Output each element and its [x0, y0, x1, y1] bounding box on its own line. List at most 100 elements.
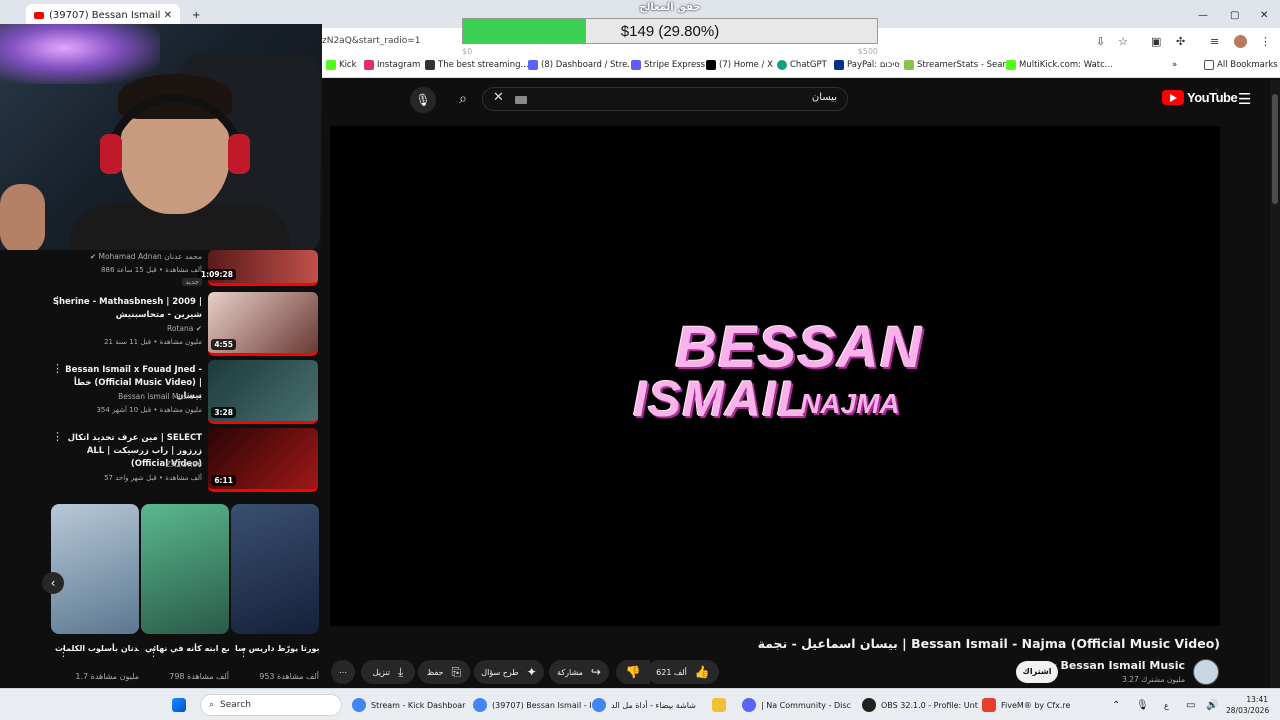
more-actions-button[interactable]: ⋯: [331, 660, 355, 684]
active-tab[interactable]: (39707) Bessan Ismail - Najma ✕: [26, 4, 180, 26]
taskbar-item[interactable]: شاشة بيضاء - أداة مل الد: [592, 694, 696, 716]
more-vertical-icon[interactable]: ⋮: [52, 294, 63, 307]
more-vertical-icon[interactable]: ⋮: [58, 646, 69, 659]
short-meta: 1.7 مليون مشاهدة: [75, 672, 139, 681]
discord-icon: [742, 698, 756, 712]
media-icon[interactable]: ≡: [1210, 35, 1219, 48]
list-item[interactable]: 3:28 Bessan Ismail x Fouad Jned - خطأ (O…: [50, 360, 320, 424]
bookmark-instagram[interactable]: Instagram: [364, 60, 420, 70]
taskbar-item[interactable]: Stream - Kick Dashboar: [352, 694, 465, 716]
subscriber-count: 3.27 مليون مشترك: [1122, 675, 1185, 684]
clear-search-icon[interactable]: ✕: [493, 90, 504, 105]
list-item[interactable]: 4:55 Sherine - Mathasbnesh | 2009 | شيري…: [50, 292, 320, 356]
video-duration: 4:55: [211, 339, 236, 350]
language-indicator[interactable]: ع: [1164, 694, 1169, 716]
save-button[interactable]: حفظ ⎘: [418, 660, 470, 684]
volume-icon[interactable]: 🔊: [1206, 694, 1218, 716]
taskbar-search[interactable]: ⌕ Search: [200, 694, 342, 716]
video-thumbnail[interactable]: [208, 250, 318, 286]
chrome-icon: [592, 698, 606, 712]
network-icon[interactable]: ▭: [1186, 694, 1195, 716]
like-button[interactable]: 621 ألف 👍: [647, 660, 719, 684]
more-vertical-icon[interactable]: ⋮: [148, 646, 159, 659]
bookmark-paypal[interactable]: PayPal: סיכום: [834, 60, 900, 70]
bookmark-dashboard[interactable]: (8) Dashboard / Stre...: [528, 60, 636, 70]
share-button[interactable]: مشاركة ↪: [549, 660, 609, 684]
paypal-icon: [834, 60, 844, 70]
all-bookmarks[interactable]: All Bookmarks: [1204, 60, 1278, 70]
install-app-icon[interactable]: ⇩: [1096, 35, 1105, 48]
bookmark-x[interactable]: (7) Home / X: [706, 60, 773, 70]
video-channel: ZRZOR96: [165, 460, 202, 469]
microphone-tray-icon[interactable]: 🎙: [1136, 694, 1149, 716]
youtube-logo[interactable]: YouTube: [1162, 90, 1238, 105]
youtube-favicon-icon: [34, 11, 44, 19]
page-scrollbar[interactable]: [1270, 80, 1280, 688]
bookmark-kick[interactable]: Kick: [326, 60, 357, 70]
dislike-button[interactable]: 👎: [616, 660, 650, 684]
tray-overflow-icon[interactable]: ⌃: [1112, 694, 1120, 716]
bookmark-multikick[interactable]: MultiKick.com: Watc...: [1006, 60, 1113, 70]
keyboard-icon[interactable]: [515, 96, 527, 104]
taskbar-item[interactable]: (39707) Bessan Ismail - I: [473, 694, 592, 716]
close-tab-icon[interactable]: ✕: [164, 10, 172, 21]
channel-name[interactable]: ✔ Bessan Ismail Music: [1051, 659, 1185, 672]
hamburger-menu-icon[interactable]: ☰: [1238, 90, 1251, 108]
profile-avatar[interactable]: [1234, 35, 1247, 48]
taskbar-item[interactable]: | Na Community - Disc: [742, 694, 851, 716]
taskbar-item[interactable]: OBS 32.1.0 - Profile: Unt: [862, 694, 978, 716]
maximize-button[interactable]: ▢: [1222, 4, 1247, 26]
puzzle-icon[interactable]: ✣: [1176, 35, 1185, 48]
dashboard-icon: [528, 60, 538, 70]
video-meta: 354 مليون مشاهدة • قبل 10 أشهر: [96, 406, 202, 414]
browser-menu-icon[interactable]: ⋮: [1260, 35, 1271, 48]
bookmark-streamerstats[interactable]: StreamerStats - Sear...: [904, 60, 1013, 70]
new-badge: جديد: [182, 278, 202, 286]
donation-min-label: $0: [462, 47, 473, 56]
taskbar-clock[interactable]: 13:41 28/03/2026: [1226, 694, 1269, 716]
close-window-button[interactable]: ✕: [1252, 4, 1276, 26]
start-button[interactable]: [172, 694, 186, 716]
bookmark-star-icon[interactable]: ☆: [1118, 35, 1128, 48]
video-frame-title-line2: ISMAIL: [633, 371, 809, 427]
bookmarks-overflow-icon[interactable]: »: [1172, 60, 1177, 70]
more-vertical-icon[interactable]: ⋮: [238, 646, 249, 659]
shorts-previous-button[interactable]: ‹: [42, 572, 64, 594]
short-thumbnail[interactable]: [51, 504, 139, 634]
download-icon: ⤓: [398, 664, 404, 679]
list-item[interactable]: 6:11 مين عرف تحديد اتكال | SELECT ALL | …: [50, 428, 320, 492]
scrollbar-thumb[interactable]: [1272, 94, 1278, 204]
bookmark-chatgpt[interactable]: ChatGPT: [777, 60, 827, 70]
download-button[interactable]: تنزيل ⤓: [361, 660, 415, 684]
windows-icon: [172, 698, 186, 712]
bookmark-streaming[interactable]: The best streaming...: [425, 60, 529, 70]
more-vertical-icon[interactable]: ⋮: [52, 362, 63, 375]
short-thumbnail[interactable]: [231, 504, 319, 634]
bookmark-icon: ⎘: [451, 664, 462, 679]
video-title[interactable]: Sherine - Mathasbnesh | 2009 | شيرين - م…: [52, 296, 202, 322]
search-button[interactable]: ⌕: [450, 87, 476, 111]
extension-icon[interactable]: ▣: [1151, 35, 1161, 48]
search-input[interactable]: ✕ بيسان: [482, 87, 848, 111]
kick-icon: [326, 60, 336, 70]
video-player[interactable]: BESSAN ISMAIL NAJMA: [330, 126, 1220, 626]
voice-search-button[interactable]: 🎙: [410, 87, 436, 113]
webcam-overlay: [0, 24, 322, 250]
address-bar[interactable]: zN2aQ&start_radio=1: [322, 36, 420, 46]
channel-avatar[interactable]: [1193, 659, 1219, 685]
subscribe-button[interactable]: اشتراك: [1016, 661, 1058, 683]
instagram-icon: [364, 60, 374, 70]
taskbar-item-file-explorer[interactable]: [712, 694, 726, 716]
search-query: بيسان: [811, 92, 837, 103]
taskbar-item[interactable]: FiveM® by Cfx.re: [982, 694, 1070, 716]
ask-button[interactable]: طرح سؤال ✦: [474, 660, 544, 684]
minimize-button[interactable]: —: [1190, 4, 1216, 26]
clock-time: 13:41: [1246, 695, 1268, 704]
bookmark-stripe[interactable]: Stripe Express: [631, 60, 705, 70]
short-thumbnail[interactable]: [141, 504, 229, 634]
short-meta: 953 ألف مشاهدة: [259, 672, 319, 681]
list-item[interactable]: 1:09:28 ✔ Mohamad Adnan محمد عدنان 886 أ…: [50, 226, 320, 286]
new-tab-button[interactable]: +: [184, 4, 208, 26]
more-vertical-icon[interactable]: ⋮: [52, 430, 63, 443]
video-channel: Bessan Ismail Music ✔: [118, 392, 202, 401]
